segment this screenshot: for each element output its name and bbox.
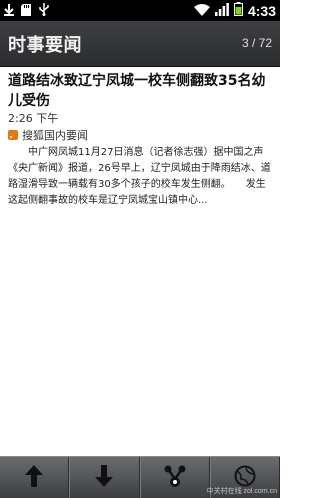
download-icon: [4, 1, 14, 20]
rss-icon: [8, 129, 18, 140]
usb-icon: [38, 1, 50, 20]
notification-icons: [4, 2, 50, 19]
next-article-button[interactable]: [69, 457, 140, 498]
share-button[interactable]: [139, 457, 210, 498]
battery-icon: [233, 1, 243, 20]
system-icons: 4:33: [193, 1, 276, 20]
bottom-toolbar: 中关村在线 zol.com.cn: [0, 456, 280, 498]
sd-card-icon: [21, 1, 31, 20]
article-counter: 3 / 72: [241, 36, 272, 50]
watermark: 中关村在线 zol.com.cn: [206, 488, 277, 495]
article-view[interactable]: 道路结冰致辽宁凤城一校车侧翻致35名幼儿受伤 2:26 下午 搜狐国内要闻 中广…: [0, 67, 280, 456]
source-label: 搜狐国内要闻: [22, 128, 88, 142]
status-bar: 4:33: [0, 0, 280, 21]
share-icon: [164, 465, 186, 491]
article-time: 2:26 下午: [8, 112, 59, 125]
signal-icon: [214, 1, 229, 20]
arrow-up-icon: [25, 464, 44, 491]
arrow-down-icon: [95, 464, 114, 491]
page-title: 时事要闻: [8, 35, 82, 56]
clock: 4:33: [247, 2, 276, 19]
article-source[interactable]: 搜狐国内要闻: [8, 127, 272, 142]
wifi-icon: [193, 1, 210, 20]
article-body: 中广网凤城11月27日消息（记者徐志强）据中国之声《央广新闻》报道，26号早上，…: [8, 147, 271, 206]
title-bar: 时事要闻 3 / 72: [0, 21, 280, 67]
article-headline: 道路结冰致辽宁凤城一校车侧翻致35名幼儿受伤: [8, 73, 266, 109]
previous-article-button[interactable]: [0, 457, 70, 498]
